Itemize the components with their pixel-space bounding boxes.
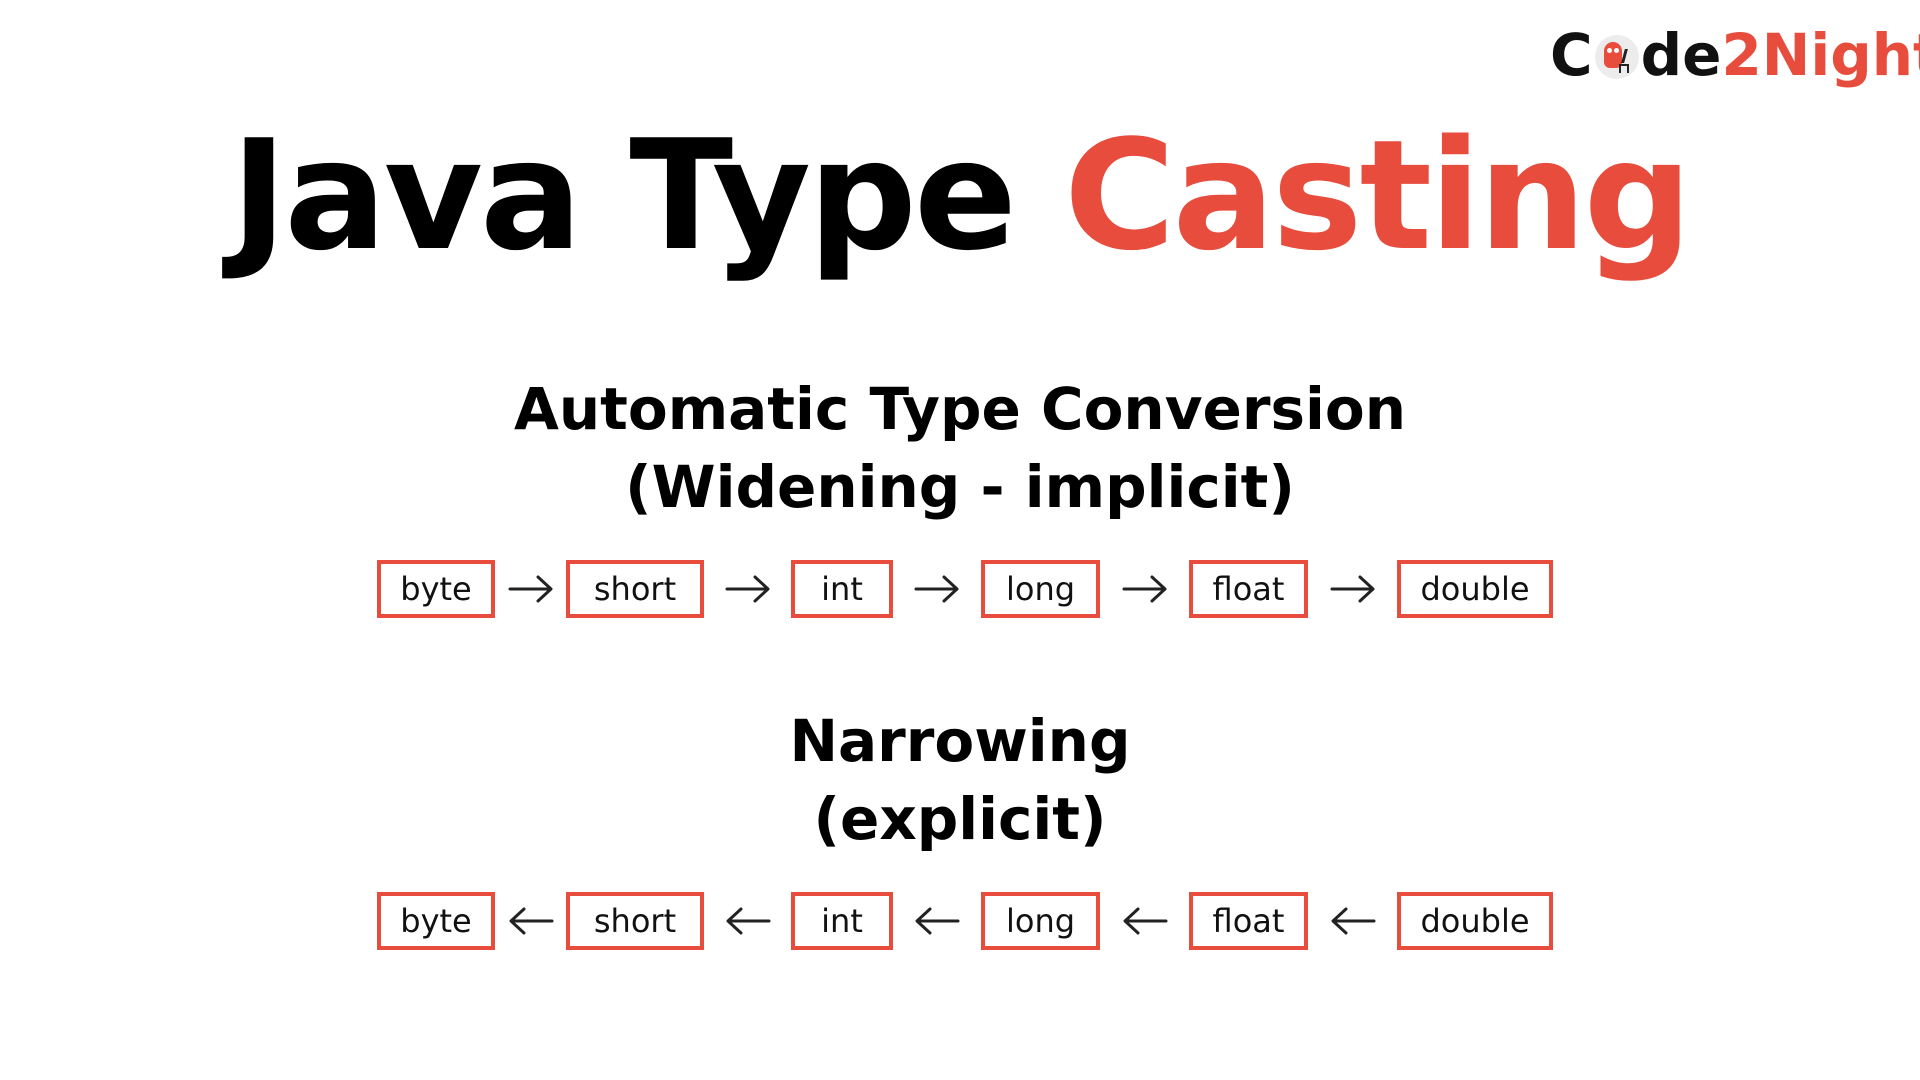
narrowing-chain: byte short int long float double (0, 892, 1920, 950)
widening-heading: Automatic Type Conversion (Widening - im… (0, 370, 1920, 526)
type-label: byte (400, 570, 472, 608)
right-arrow-icon (1100, 560, 1189, 618)
narrowing-type-box-byte: byte (377, 892, 495, 950)
right-arrow-icon (495, 560, 566, 618)
narrowing-type-box-long: long (981, 892, 1100, 950)
widening-type-box-byte: byte (377, 560, 495, 618)
left-arrow-icon (1100, 892, 1189, 950)
widening-type-box-float: float (1189, 560, 1308, 618)
narrowing-type-box-int: int (791, 892, 893, 950)
type-label: int (821, 570, 863, 608)
logo-text-c: C (1550, 21, 1593, 89)
narrowing-type-box-double: double (1397, 892, 1553, 950)
left-arrow-icon (704, 892, 791, 950)
narrowing-type-box-float: float (1189, 892, 1308, 950)
left-arrow-icon (495, 892, 566, 950)
widening-type-box-long: long (981, 560, 1100, 618)
widening-type-box-int: int (791, 560, 893, 618)
type-label: double (1420, 570, 1530, 608)
left-arrow-icon (893, 892, 981, 950)
right-arrow-icon (1308, 560, 1397, 618)
logo-text-de: de (1640, 21, 1722, 89)
title-accent: Casting (1063, 107, 1692, 284)
widening-heading-line1: Automatic Type Conversion (513, 375, 1407, 443)
type-label: byte (400, 902, 472, 940)
type-label: int (821, 902, 863, 940)
logo: C de 2Night (1550, 21, 1920, 89)
widening-type-box-double: double (1397, 560, 1553, 618)
page-title: Java Type Casting (0, 112, 1920, 279)
owl-at-laptop-icon (1594, 35, 1639, 79)
widening-chain: byte short int long float double (0, 560, 1920, 618)
left-arrow-icon (1308, 892, 1397, 950)
title-main: Java Type (230, 107, 1017, 284)
type-label: long (1005, 902, 1076, 940)
narrowing-heading-line1: Narrowing (789, 707, 1131, 775)
type-label: short (593, 570, 677, 608)
type-label: double (1420, 902, 1530, 940)
right-arrow-icon (893, 560, 981, 618)
type-label: short (593, 902, 677, 940)
narrowing-type-box-short: short (566, 892, 704, 950)
narrowing-heading: Narrowing (explicit) (0, 702, 1920, 858)
logo-text-2night: 2Night (1721, 21, 1920, 89)
narrowing-heading-line2: (explicit) (813, 785, 1107, 853)
widening-type-box-short: short (566, 560, 704, 618)
type-label: float (1212, 570, 1285, 608)
type-label: float (1212, 902, 1285, 940)
widening-heading-line2: (Widening - implicit) (625, 453, 1295, 521)
type-label: long (1005, 570, 1076, 608)
right-arrow-icon (704, 560, 791, 618)
